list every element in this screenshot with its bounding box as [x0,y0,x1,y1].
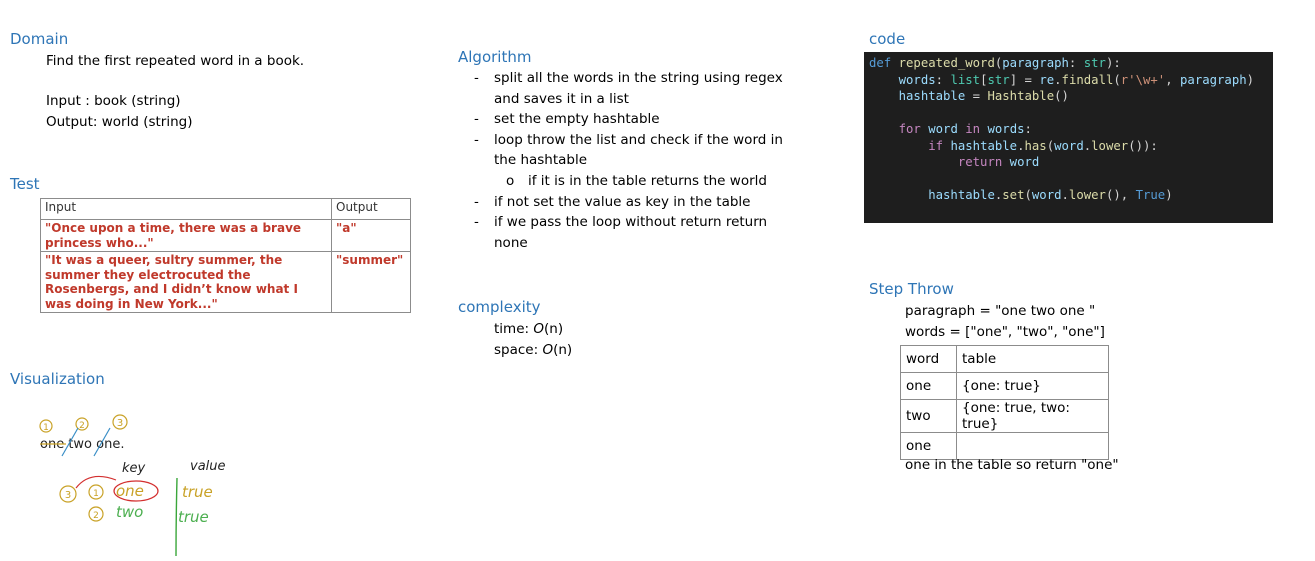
list-item: - split all the words in the string using… [474,70,783,107]
value-true-1: true [182,483,213,501]
domain-input: Input : book (string) [46,93,181,109]
code-line: def repeated_word(paragraph: str): [869,56,1121,70]
test-row-input: "It was a queer, sultry summer, the summ… [40,251,332,313]
test-row-output: "summer" [331,251,411,313]
key-marker-3-icon: 3 [59,485,77,503]
list-subitem: o if it is in the table returns the world [506,172,767,189]
step-col-word: word [900,345,957,373]
code-line: return word [957,155,1040,169]
key-marker-1-icon: 1 [88,484,104,500]
table-row: one {one: true} [900,372,1109,400]
svg-text:1: 1 [93,489,99,499]
key-label: key [122,461,146,476]
svg-text:3: 3 [65,490,71,501]
table-row: two {one: true, two: true} [900,399,1109,433]
code-heading: code [869,30,906,48]
domain-description: Find the first repeated word in a book. [46,53,305,69]
list-item: - if we pass the loop without return retu… [474,214,768,251]
domain-output: Output: world (string) [46,114,193,130]
domain-heading: Domain [10,30,69,48]
step-table: word table one {one: true} two {one: tru… [900,345,1109,460]
step-conclusion: one in the table so return "one" [905,457,1119,473]
key-two: two [116,503,143,521]
code-line: hashtable.set(word.lower(), True) [869,188,1173,202]
visualization-heading: Visualization [10,370,105,388]
test-col-input: Input [40,198,332,220]
test-col-output: Output [331,198,411,220]
key-marker-2-icon: 2 [88,506,104,522]
list-item: - loop throw the list and check if the wo… [474,131,783,169]
value-label: value [190,459,226,474]
code-line: words: list[str] = re.findall(r'\w+', pa… [869,72,1255,87]
list-item: - if not set the value as key in the tabl… [474,193,751,210]
svg-text:2: 2 [79,421,85,431]
code-line: for word in words: [898,122,1032,136]
step-throw-heading: Step Throw [869,280,954,298]
svg-text:2: 2 [93,511,99,521]
svg-text:3: 3 [117,418,123,429]
test-table: Input Output "Once upon a time, there wa… [40,198,411,313]
test-row-output: "a" [331,219,411,252]
step-paragraph: paragraph = "one two one " [905,303,1096,319]
value-true-2: true [178,508,209,526]
marker-3-icon: 3 [112,414,128,430]
marker-1-icon: 1 [39,419,53,433]
test-table-header: Input Output [40,198,411,220]
code-line: hashtable = Hashtable() [869,89,1069,103]
key-one: one [116,482,144,500]
visualization-sketch: 1 2 3 one two one. key value 3 1 2 one t… [39,414,226,557]
step-words: words = ["one", "two", "one"] [905,324,1105,340]
test-row: "Once upon a time, there was a brave pri… [40,219,411,252]
complexity-time: time: O(n) [494,321,564,337]
step-col-table: table [956,345,1109,373]
code-block: def repeated_word(paragraph: str): words… [864,52,1273,223]
step-table-header: word table [900,345,1109,373]
test-heading: Test [10,175,40,193]
svg-text:1: 1 [43,423,49,433]
algorithm-heading: Algorithm [458,48,532,66]
code-line: if hashtable.has(word.lower()): [928,138,1158,153]
complexity-space: space: O(n) [494,342,573,358]
list-item: - set the empty hashtable [474,111,660,128]
complexity-heading: complexity [458,298,541,316]
test-row-input: "Once upon a time, there was a brave pri… [40,219,332,252]
test-row: "It was a queer, sultry summer, the summ… [40,251,411,313]
algorithm-list: - split all the words in the string using… [474,68,804,253]
